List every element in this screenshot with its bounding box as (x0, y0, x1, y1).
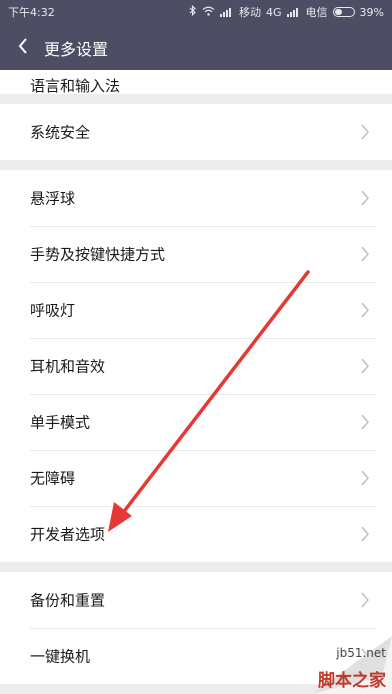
header-bar: 更多设置 (0, 22, 392, 70)
chevron-right-icon (360, 190, 370, 206)
settings-item-security[interactable]: 系统安全 (0, 104, 392, 160)
chevron-right-icon (360, 414, 370, 430)
settings-item-label: 一键换机 (30, 647, 91, 666)
settings-item-label: 语言和输入法 (30, 77, 121, 94)
battery-percent: 39% (359, 5, 384, 19)
chevron-right-icon (360, 124, 370, 140)
chevron-right-icon (360, 592, 370, 608)
signal-icon (286, 7, 301, 17)
signal-icon (220, 7, 234, 17)
bluetooth-icon (189, 4, 197, 19)
chevron-left-icon (18, 38, 27, 54)
settings-item-floating-ball[interactable]: 悬浮球 (0, 170, 392, 226)
carrier-2: 电信 (305, 6, 328, 19)
chevron-right-icon (360, 358, 370, 374)
settings-item-accessibility[interactable]: 无障碍 (0, 450, 392, 506)
status-bar: 下午4:32 移动 4G 电信 39% (0, 0, 392, 22)
chevron-right-icon (360, 246, 370, 262)
settings-item-label: 呼吸灯 (30, 301, 76, 320)
settings-item-label: 单手模式 (30, 413, 91, 432)
chevron-right-icon (360, 470, 370, 486)
page-title: 更多设置 (44, 40, 109, 59)
status-time: 下午4:32 (8, 6, 55, 19)
settings-group-0: 语言和输入法 (0, 70, 392, 94)
settings-item-developer-options[interactable]: 开发者选项 (0, 506, 392, 562)
wifi-icon (202, 6, 215, 19)
settings-item-gestures[interactable]: 手势及按键快捷方式 (0, 226, 392, 282)
settings-item-label: 手势及按键快捷方式 (30, 245, 166, 264)
settings-list: 语言和输入法 系统安全 悬浮球 手势及按键快捷方式 呼吸灯 耳机和音效 单手模式 (0, 70, 392, 684)
settings-item-label: 备份和重置 (30, 591, 106, 610)
settings-item-one-handed-mode[interactable]: 单手模式 (0, 394, 392, 450)
settings-item-label: 耳机和音效 (30, 357, 106, 376)
settings-group-2: 悬浮球 手势及按键快捷方式 呼吸灯 耳机和音效 单手模式 无障碍 开发者选项 (0, 170, 392, 562)
settings-item-label: 开发者选项 (30, 525, 106, 544)
settings-item-language[interactable]: 语言和输入法 (0, 70, 392, 94)
settings-item-label: 系统安全 (30, 123, 91, 142)
chevron-right-icon (360, 302, 370, 318)
watermark-brand: 脚本之家 (318, 671, 386, 691)
settings-item-label: 无障碍 (30, 469, 76, 488)
watermark: jb51.net 脚本之家 (272, 636, 392, 694)
settings-group-1: 系统安全 (0, 104, 392, 160)
settings-item-headphones-audio[interactable]: 耳机和音效 (0, 338, 392, 394)
settings-item-label: 悬浮球 (30, 189, 76, 208)
chevron-right-icon (360, 526, 370, 542)
watermark-url: jb51.net (336, 646, 386, 660)
status-icons: 移动 4G 电信 39% (189, 4, 384, 20)
carrier-1: 移动 (239, 6, 262, 19)
back-button[interactable] (10, 32, 38, 60)
network-type: 4G (266, 5, 282, 19)
settings-item-notification-light[interactable]: 呼吸灯 (0, 282, 392, 338)
settings-item-backup-reset[interactable]: 备份和重置 (0, 572, 392, 628)
battery-icon (332, 7, 355, 17)
